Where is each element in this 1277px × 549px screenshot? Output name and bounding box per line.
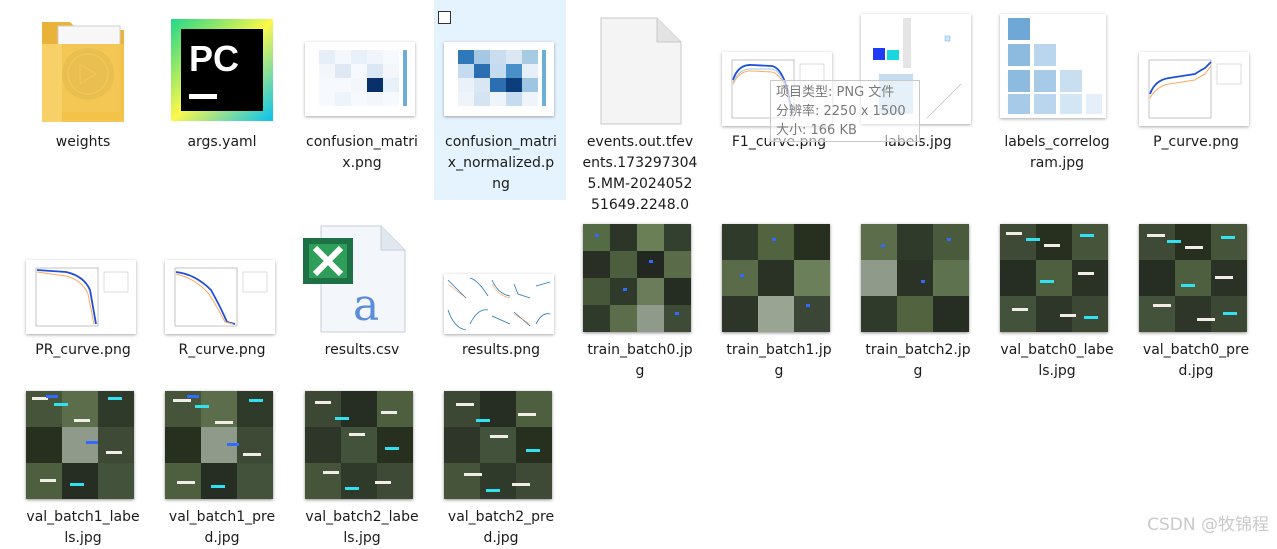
file-val-batch1-pred[interactable]: val_batch1_pre d.jpg (159, 389, 285, 546)
photo-grid-thumbnail (722, 224, 830, 332)
confusion-matrix-normalized-thumbnail (444, 42, 554, 116)
file-val-batch2-labels[interactable]: val_batch2_labe ls.jpg (299, 389, 425, 546)
file-name: labels_correlog ram.jpg (1004, 134, 1110, 171)
curve-thumbnail (1139, 52, 1249, 126)
excel-csv-icon: a (303, 225, 406, 333)
folder-icon (42, 22, 124, 122)
photo-grid-thumbnail (1139, 224, 1247, 332)
file-labels-jpg[interactable]: labels.jpg (855, 14, 981, 184)
curve-thumbnail (165, 260, 275, 334)
photo-grid-thumbnail (583, 224, 691, 332)
photo-grid-thumbnail (1000, 224, 1108, 332)
file-name: val_batch0_pre d.jpg (1142, 342, 1250, 379)
curve-thumbnail (722, 52, 832, 126)
curve-thumbnail (26, 260, 136, 334)
file-name: labels.jpg (884, 134, 952, 150)
photo-grid-thumbnail (305, 391, 413, 499)
file-r-curve[interactable]: R_curve.png (159, 222, 285, 372)
pycharm-icon: PC (171, 19, 273, 121)
file-confusion-matrix-normalized[interactable]: confusion_matri x_normalized.p ng (434, 0, 566, 200)
results-thumbnail (444, 274, 554, 334)
file-name: args.yaml (187, 134, 257, 150)
file-train-batch2[interactable]: train_batch2.jp g (855, 222, 981, 382)
file-args-yaml[interactable]: PC args.yaml (159, 14, 285, 184)
file-weights[interactable]: weights (20, 14, 146, 184)
watermark: CSDN @牧锦程 (1147, 515, 1269, 535)
file-val-batch0-pred[interactable]: val_batch0_pre d.jpg (1133, 222, 1259, 382)
file-p-curve[interactable]: P_curve.png (1133, 14, 1259, 184)
svg-text:a: a (353, 280, 379, 331)
file-name: train_batch0.jp g (587, 342, 693, 379)
selection-checkbox[interactable] (438, 11, 451, 24)
file-name: train_batch2.jp g (865, 342, 971, 379)
file-name: results.csv (324, 342, 400, 358)
file-events-tfevents[interactable]: events.out.tfev ents.173297304 5.MM-202405… (577, 14, 703, 214)
file-name: PR_curve.png (35, 342, 131, 358)
file-name: R_curve.png (178, 342, 266, 358)
file-val-batch2-pred[interactable]: val_batch2_pre d.jpg (438, 389, 564, 546)
photo-grid-thumbnail (26, 391, 134, 499)
file-confusion-matrix[interactable]: confusion_matri x.png (299, 14, 425, 184)
file-name: F1_curve.png (731, 134, 827, 150)
file-results-png[interactable]: results.png (438, 222, 564, 372)
file-val-batch1-labels[interactable]: val_batch1_labe ls.jpg (20, 389, 146, 546)
blank-file-icon (600, 17, 682, 125)
file-name: confusion_matri x.png (306, 134, 418, 171)
file-train-batch1[interactable]: train_batch1.jp g (716, 222, 842, 382)
pycharm-logo-text: PC (189, 38, 239, 79)
file-labels-correlogram[interactable]: labels_correlog ram.jpg (994, 14, 1120, 184)
file-name: events.out.tfev ents.173297304 5.MM-202405… (582, 134, 698, 213)
file-train-batch0[interactable]: train_batch0.jp g (577, 222, 703, 382)
labels-thumbnail (861, 14, 971, 124)
photo-grid-thumbnail (861, 224, 969, 332)
file-val-batch0-labels[interactable]: val_batch0_labe ls.jpg (994, 222, 1120, 382)
correlogram-thumbnail (1000, 14, 1106, 118)
file-name: val_batch0_labe ls.jpg (1000, 342, 1114, 379)
file-results-csv[interactable]: a results.csv (299, 222, 425, 372)
confusion-matrix-thumbnail (305, 42, 415, 116)
photo-grid-thumbnail (444, 391, 552, 499)
file-pr-curve[interactable]: PR_curve.png (20, 222, 146, 372)
file-name: results.png (462, 342, 540, 358)
file-name: P_curve.png (1153, 134, 1239, 150)
file-f1-curve[interactable]: F1_curve.png (716, 14, 842, 184)
photo-grid-thumbnail (165, 391, 273, 499)
file-name: weights (55, 134, 111, 150)
file-name: train_batch1.jp g (726, 342, 832, 379)
file-name: confusion_matri x_normalized.p ng (445, 134, 557, 192)
